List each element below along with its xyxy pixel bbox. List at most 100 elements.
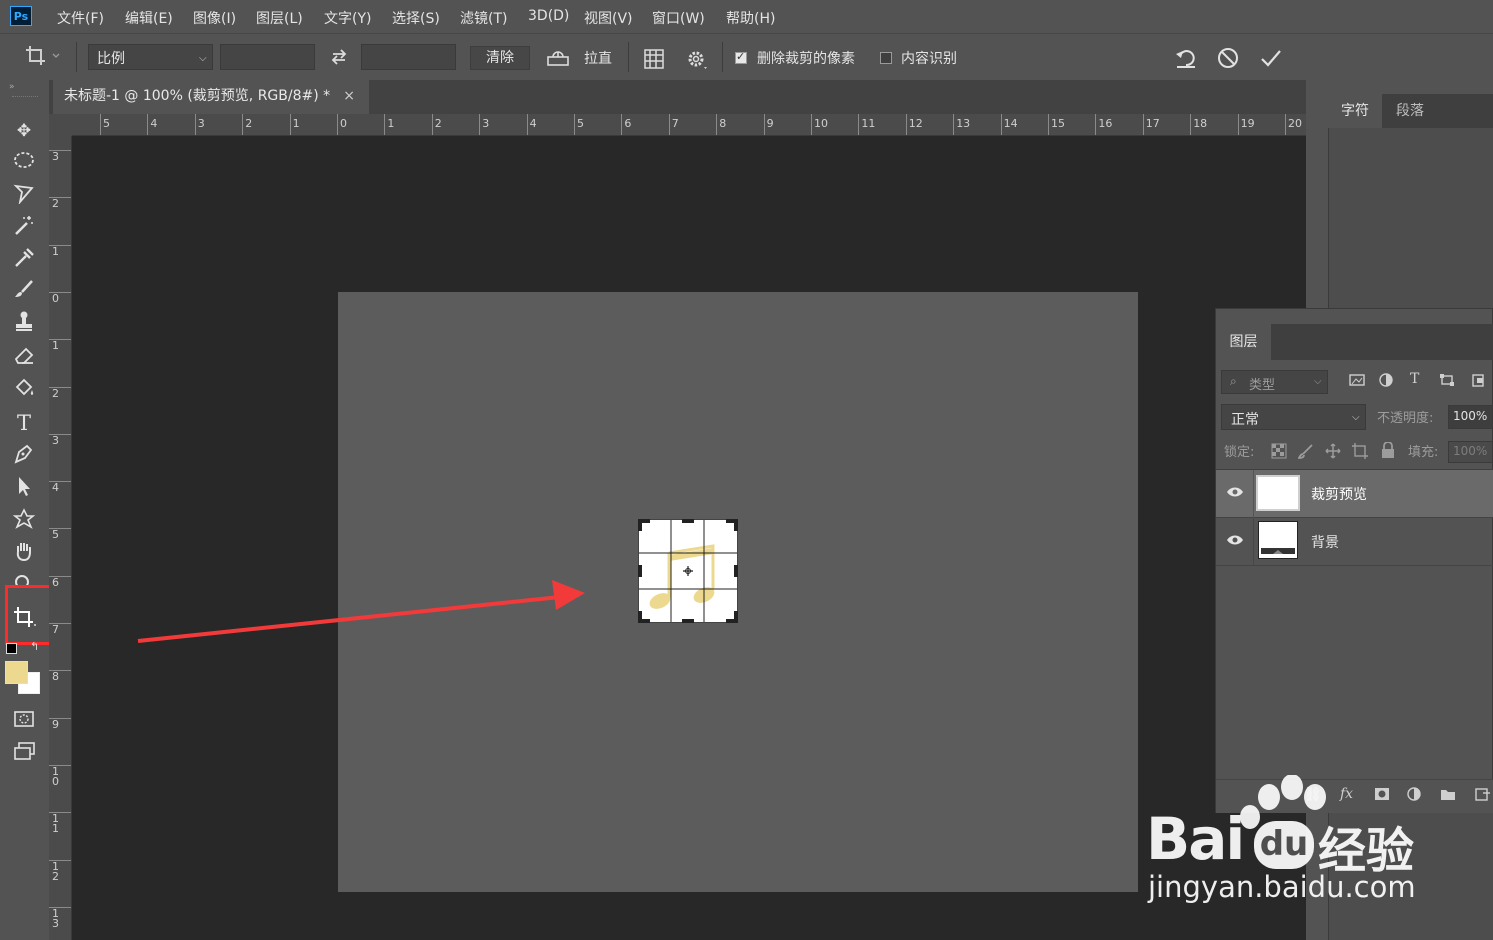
ruler-tick bbox=[1285, 114, 1286, 135]
horizontal-ruler[interactable]: 5 4 3 2 1 0 1 2 3 4 5 6 7 8 9 10 11 12 13 14 15 16 17 18 19 20 bbox=[72, 114, 1306, 136]
filter-adjustment-icon[interactable] bbox=[1378, 373, 1394, 391]
ruler-tick-label: 3 bbox=[197, 117, 205, 130]
fill-input[interactable]: 100% bbox=[1448, 441, 1493, 463]
menu-layer[interactable]: 图层(L) bbox=[256, 8, 303, 28]
filter-shape-icon[interactable] bbox=[1439, 373, 1455, 391]
filter-pixel-icon[interactable] bbox=[1349, 373, 1365, 391]
ruler-tick bbox=[858, 114, 860, 135]
layer-thumbnail bbox=[1258, 521, 1298, 559]
lock-artboard-icon[interactable] bbox=[1352, 443, 1368, 463]
straighten-label[interactable]: 拉直 bbox=[584, 48, 612, 68]
layer-name[interactable]: 背景 bbox=[1311, 532, 1339, 552]
foreground-color-swatch[interactable] bbox=[5, 661, 28, 684]
ruler-tick-label: 4 bbox=[529, 117, 537, 130]
eraser-tool-icon[interactable] bbox=[10, 344, 38, 370]
ruler-tick-label: 7 bbox=[52, 623, 59, 636]
menu-select[interactable]: 选择(S) bbox=[392, 8, 440, 28]
eyedropper-tool-icon[interactable] bbox=[10, 246, 38, 272]
lock-transparency-icon[interactable] bbox=[1271, 443, 1287, 463]
ruler-tick bbox=[1000, 114, 1002, 135]
ruler-tick-label: 20 bbox=[1288, 117, 1302, 130]
ruler-tick-label: 7 bbox=[671, 117, 679, 130]
ratio-select-label: 比例 bbox=[97, 51, 125, 67]
ruler-tick bbox=[49, 244, 71, 246]
swap-icon[interactable] bbox=[329, 47, 349, 71]
swap-colors-icon[interactable]: ↰ bbox=[30, 640, 39, 653]
lock-pixels-icon[interactable] bbox=[1297, 443, 1314, 463]
menu-type[interactable]: 文字(Y) bbox=[324, 8, 371, 28]
close-tab-icon[interactable]: × bbox=[343, 80, 355, 112]
hand-tool-icon[interactable] bbox=[10, 540, 38, 566]
ratio-width-input[interactable] bbox=[220, 44, 315, 70]
magic-wand-tool-icon[interactable] bbox=[10, 214, 38, 240]
layer-thumbnail bbox=[1256, 475, 1300, 511]
tab-character[interactable]: 字符 bbox=[1328, 94, 1382, 128]
path-selection-tool-icon[interactable] bbox=[10, 475, 38, 501]
ruler-tick-label: 0 bbox=[52, 291, 59, 305]
crop-tool-preset-icon[interactable] bbox=[24, 44, 60, 72]
ratio-height-input[interactable] bbox=[361, 44, 456, 70]
menu-edit[interactable]: 编辑(E) bbox=[125, 8, 173, 28]
menu-file[interactable]: 文件(F) bbox=[57, 8, 104, 28]
marquee-tool-icon[interactable] bbox=[10, 150, 38, 176]
content-aware-checkbox[interactable] bbox=[880, 52, 892, 64]
screen-mode-icon[interactable] bbox=[10, 740, 38, 766]
filter-type-icon[interactable]: T bbox=[1410, 371, 1419, 387]
menu-filter[interactable]: 滤镜(T) bbox=[460, 8, 507, 28]
menu-image[interactable]: 图像(I) bbox=[193, 8, 236, 28]
delete-cropped-pixels-checkbox[interactable] bbox=[735, 50, 747, 64]
layer-filter-select[interactable]: ⌕ 类型 ⌵ bbox=[1221, 370, 1328, 394]
tab-layers[interactable]: 图层 bbox=[1216, 324, 1271, 360]
pen-tool-icon[interactable] bbox=[10, 442, 38, 468]
opacity-value: 100% bbox=[1453, 409, 1488, 423]
collapse-icon[interactable]: » bbox=[9, 82, 15, 92]
layer-row[interactable]: 裁剪预览 bbox=[1216, 470, 1493, 518]
layer-name[interactable]: 裁剪预览 bbox=[1311, 484, 1367, 504]
eye-icon[interactable] bbox=[1226, 534, 1244, 550]
blend-mode-select[interactable]: 正常 ⌵ bbox=[1221, 404, 1366, 430]
toolbar-grip[interactable] bbox=[12, 96, 38, 100]
menu-bar: Ps 文件(F) 编辑(E) 图像(I) 图层(L) 文字(Y) 选择(S) 滤… bbox=[0, 0, 1493, 33]
ratio-select[interactable]: 比例 ⌵ bbox=[88, 44, 213, 70]
crop-preview-box[interactable] bbox=[638, 519, 738, 623]
eye-icon[interactable] bbox=[1226, 486, 1244, 502]
vertical-ruler[interactable]: 32101234567891 01 11 21 3 bbox=[49, 136, 72, 940]
menu-3d[interactable]: 3D(D) bbox=[528, 8, 569, 24]
ruler-tick bbox=[49, 670, 71, 672]
layer-row[interactable]: 背景 bbox=[1216, 518, 1493, 566]
menu-window[interactable]: 窗口(W) bbox=[652, 8, 705, 28]
ruler-tick bbox=[49, 433, 71, 435]
stamp-tool-icon[interactable] bbox=[10, 310, 38, 336]
menu-help[interactable]: 帮助(H) bbox=[726, 8, 775, 28]
lasso-tool-icon[interactable] bbox=[10, 182, 38, 208]
clear-button[interactable]: 清除 bbox=[470, 46, 530, 70]
filter-smart-object-icon[interactable] bbox=[1470, 373, 1486, 391]
lock-position-icon[interactable] bbox=[1325, 443, 1341, 463]
type-tool-icon[interactable]: T bbox=[10, 410, 38, 436]
ruler-tick-label: 2 bbox=[434, 117, 442, 130]
commit-check-icon[interactable] bbox=[1259, 46, 1283, 74]
move-tool-icon[interactable]: ✥ bbox=[10, 118, 38, 144]
cancel-icon[interactable] bbox=[1216, 46, 1240, 74]
gear-icon[interactable] bbox=[686, 49, 708, 75]
ruler-tick bbox=[905, 114, 907, 135]
ruler-tick-label: 1 bbox=[292, 117, 300, 130]
brush-tool-icon[interactable] bbox=[10, 278, 38, 304]
ruler-tick bbox=[49, 764, 71, 766]
ruler-tick-label: 17 bbox=[1145, 117, 1160, 130]
reset-icon[interactable] bbox=[1174, 46, 1198, 74]
tab-paragraph[interactable]: 段落 bbox=[1382, 94, 1438, 128]
ruler-tick-label: 13 bbox=[956, 117, 971, 130]
document-tab[interactable]: 未标题-1 @ 100% (裁剪预览, RGB/8#) * × bbox=[53, 80, 369, 114]
menu-view[interactable]: 视图(V) bbox=[584, 8, 633, 28]
default-colors-icon[interactable] bbox=[6, 643, 17, 654]
grid-overlay-icon[interactable] bbox=[643, 48, 665, 74]
straighten-icon[interactable] bbox=[546, 48, 570, 72]
opacity-input[interactable]: 100% bbox=[1448, 405, 1493, 429]
divider bbox=[1253, 470, 1254, 518]
crop-tool-icon[interactable] bbox=[10, 605, 38, 631]
quick-mask-icon[interactable] bbox=[10, 708, 38, 734]
paint-bucket-tool-icon[interactable] bbox=[10, 377, 38, 403]
lock-all-icon[interactable] bbox=[1381, 441, 1395, 462]
custom-shape-tool-icon[interactable] bbox=[10, 508, 38, 534]
